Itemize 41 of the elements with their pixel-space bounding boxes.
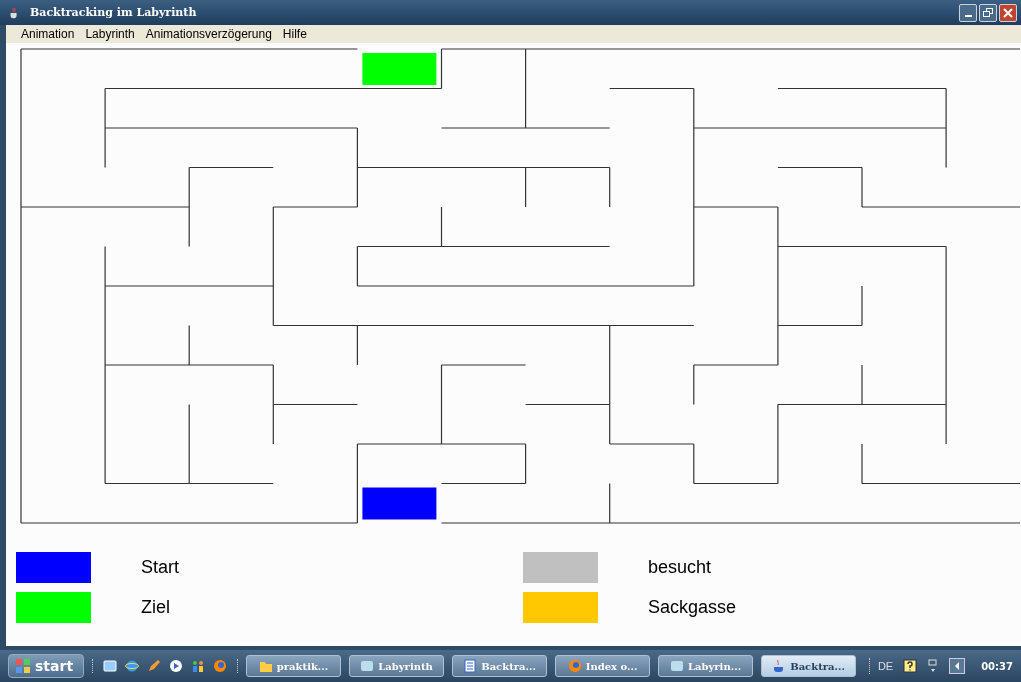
- network-icon[interactable]: [927, 659, 940, 673]
- close-button[interactable]: [999, 3, 1017, 22]
- legend-label: besucht: [648, 556, 712, 578]
- windows-flag-icon: [15, 658, 31, 674]
- menu-item[interactable]: Animationsverzögerung: [140, 27, 278, 41]
- people-icon[interactable]: [191, 659, 206, 673]
- desktop-icon[interactable]: [103, 659, 118, 673]
- window-icon: [360, 659, 375, 673]
- pencil-icon[interactable]: [147, 659, 162, 673]
- legend-label: Start: [141, 556, 179, 578]
- help-icon[interactable]: [903, 659, 918, 673]
- taskbar-button[interactable]: Labyrinth: [349, 655, 445, 677]
- restore-icon: [983, 7, 993, 18]
- taskbar-button[interactable]: Backtra...: [452, 655, 548, 677]
- menu-item[interactable]: Animation: [16, 27, 81, 41]
- folder-icon: [258, 659, 273, 673]
- browser-icon: [567, 659, 582, 673]
- menu-item[interactable]: Labyrinth: [80, 27, 141, 41]
- taskbar-button[interactable]: Index o...: [555, 655, 651, 677]
- restore-button[interactable]: [979, 3, 997, 22]
- window-icon: [670, 659, 684, 673]
- window-title: Backtracking im Labyrinth: [30, 6, 197, 19]
- language-indicator[interactable]: DE: [877, 660, 894, 672]
- legend-label: Ziel: [141, 596, 170, 618]
- taskbar-button[interactable]: Backtra...: [761, 655, 857, 677]
- close-icon: [1003, 7, 1013, 18]
- menu-item[interactable]: Hilfe: [277, 27, 313, 41]
- browser-icon[interactable]: [213, 659, 228, 673]
- taskbar-button[interactable]: praktik...: [246, 655, 342, 677]
- minimize-icon: [964, 15, 972, 17]
- play-icon[interactable]: [169, 659, 184, 673]
- taskbar-button[interactable]: Labyrin...: [658, 655, 754, 677]
- clock: 00:37: [981, 660, 1013, 672]
- minimize-button[interactable]: [959, 3, 977, 22]
- left-arrow-icon: [953, 661, 962, 671]
- globe-icon[interactable]: [125, 659, 140, 673]
- legend-label: Sackgasse: [648, 596, 737, 618]
- start-button[interactable]: start: [8, 654, 85, 678]
- expand-tray-button[interactable]: [949, 658, 966, 674]
- coffee-cup-icon: [8, 6, 20, 19]
- document-icon: [463, 659, 478, 673]
